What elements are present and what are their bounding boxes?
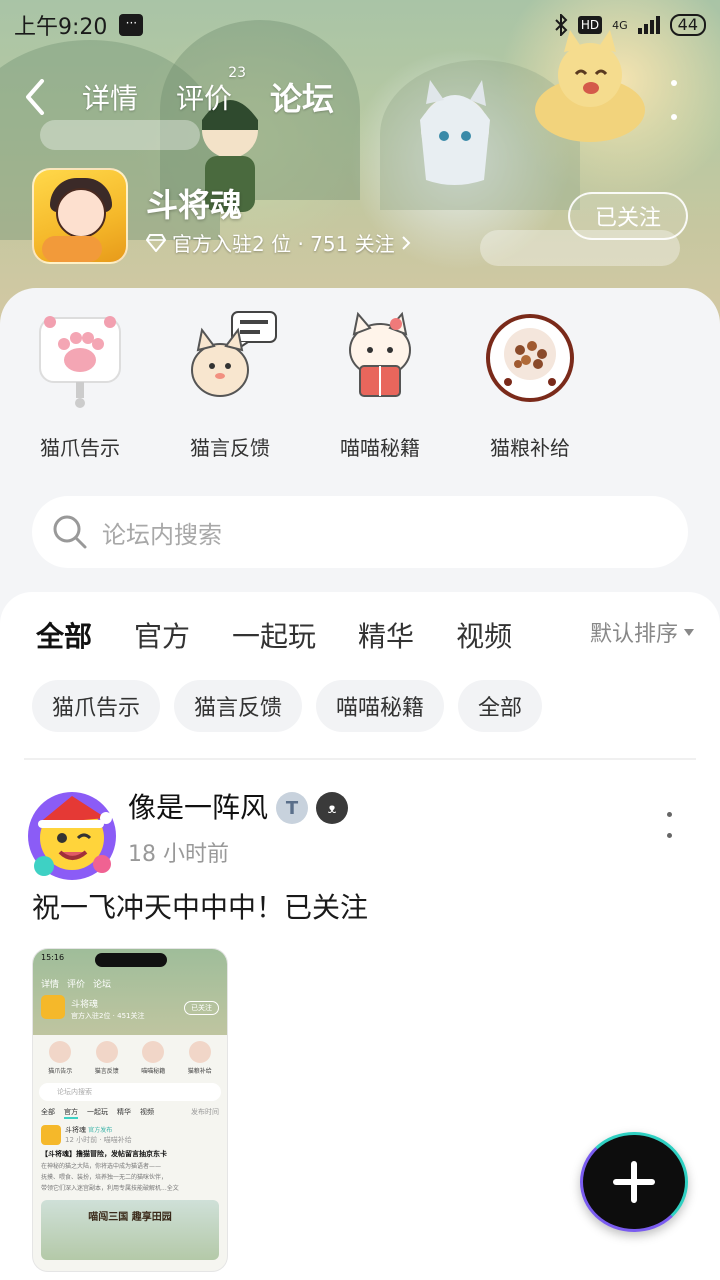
level-badge-icon: T	[276, 792, 308, 824]
post-text: 祝一飞冲天中中中！已关注	[32, 891, 369, 924]
back-button[interactable]	[0, 62, 70, 132]
shortcut-label: 猫言反馈	[190, 436, 270, 460]
tab-reviews[interactable]: 评价 23	[176, 65, 246, 117]
filter-tab-featured[interactable]: 精华	[358, 615, 414, 655]
sort-label: 默认排序	[589, 622, 678, 647]
status-bar: 上午9:20 ··· HD 4G 44	[0, 0, 720, 50]
filter-tab-play-together[interactable]: 一起玩	[232, 615, 316, 655]
create-post-button[interactable]	[580, 1132, 688, 1232]
bluetooth-icon	[555, 14, 568, 36]
thumb-cover: 喵闯三国 趣享田园	[41, 1200, 219, 1260]
hd-badge: HD	[577, 16, 603, 34]
dot	[671, 80, 677, 86]
chip-cat-feedback[interactable]: 猫言反馈	[174, 680, 303, 732]
paw-sign-icon	[39, 316, 121, 408]
forum-card: 猫爪告示 猫言反馈 喵喵秘籍 猫粮补给 论坛内搜索 全部 官方 一起玩 精华 视…	[0, 288, 720, 1280]
message-icon: ···	[119, 14, 144, 36]
diamond-icon	[146, 233, 166, 252]
signal-icon	[637, 16, 660, 34]
shortcut-label: 喵喵秘籍	[340, 436, 420, 460]
thumb-post: 斗将魂 官方发布 12 小时前 · 喵喵补给 【斗将魂】撸猫冒险，发帖留言抽京东…	[41, 1125, 179, 1192]
cat-food-bowl-icon	[486, 314, 574, 402]
thumb-follow: 已关注	[184, 1001, 219, 1015]
tab-details[interactable]: 详情	[82, 77, 138, 117]
filter-tab-official[interactable]: 官方	[134, 615, 190, 655]
avatar[interactable]	[24, 788, 120, 884]
shortcut-cat-guide[interactable]: 喵喵秘籍	[310, 308, 450, 461]
game-icon-art	[42, 236, 102, 262]
game-name: 斗将魂	[146, 186, 243, 224]
caret-down-icon	[684, 628, 694, 636]
search-placeholder: 论坛内搜索	[102, 520, 222, 549]
post-time: 18 小时前	[128, 842, 229, 867]
thumb-notch	[95, 953, 167, 967]
category-chips: 猫爪告示 猫言反馈 喵喵秘籍 全部	[32, 680, 543, 732]
chip-cat-guide[interactable]: 喵喵秘籍	[316, 680, 445, 732]
thumb-filter-tabs: 全部 官方 一起玩 精华 视频 发布时间	[33, 1101, 227, 1119]
thumb-tab: 论坛	[93, 980, 112, 990]
filter-tabs: 全部 官方 一起玩 精华 视频	[36, 612, 554, 658]
chip-all[interactable]: 全部	[458, 680, 543, 732]
more-menu-button[interactable]	[664, 80, 684, 120]
tab-label: 论坛	[270, 80, 335, 118]
divider	[24, 758, 696, 760]
chip-paw-notice[interactable]: 猫爪告示	[32, 680, 161, 732]
shortcut-row: 猫爪告示 猫言反馈 喵喵秘籍 猫粮补给	[0, 308, 720, 461]
post-image-thumbnail[interactable]: 15:16 详情 评价 论坛 斗将魂 官方入驻2位 · 451关注 已关注 猫爪…	[32, 948, 228, 1272]
search-icon	[53, 515, 87, 549]
cat-badge-icon: ᴥ	[316, 792, 348, 824]
filter-tab-video[interactable]: 视频	[456, 615, 512, 655]
dot	[666, 812, 672, 817]
game-icon[interactable]	[32, 168, 128, 264]
thumb-banner: 15:16 详情 评价 论坛 斗将魂 官方入驻2位 · 451关注 已关注	[33, 949, 227, 1035]
chevron-right-icon	[401, 235, 411, 250]
shortcut-label: 猫粮补给	[490, 436, 570, 460]
tab-label: 详情	[82, 82, 139, 115]
shortcut-cat-feedback[interactable]: 猫言反馈	[160, 308, 300, 461]
thumb-game-meta: 官方入驻2位 · 451关注	[71, 1012, 145, 1020]
dot	[671, 114, 677, 120]
plus-icon	[613, 1161, 655, 1203]
filter-tab-all[interactable]: 全部	[36, 615, 92, 657]
tab-forum[interactable]: 论坛	[270, 74, 334, 120]
top-nav: 详情 评价 23 论坛	[0, 62, 720, 132]
follow-button[interactable]: 已关注	[568, 192, 688, 240]
thumb-tab: 详情	[41, 980, 60, 990]
post-more-button[interactable]	[664, 812, 674, 838]
thumb-shortcut: 猫粮补给	[188, 1041, 212, 1075]
thumb-tabs: 详情 评价 论坛	[41, 977, 111, 990]
cat-feedback-icon	[191, 311, 277, 397]
thumb-search: 论坛内搜索	[39, 1083, 221, 1101]
shortcut-label: 猫爪告示	[40, 436, 120, 460]
back-arrow-icon	[26, 79, 44, 115]
thumb-game-name: 斗将魂	[71, 1000, 99, 1010]
dot	[666, 833, 672, 838]
thumb-shortcut: 喵喵秘籍	[141, 1041, 165, 1075]
thumb-shortcuts: 猫爪告示 猫言反馈 喵喵秘籍 猫粮补给	[33, 1035, 227, 1075]
forum-search-input[interactable]: 论坛内搜索	[32, 496, 688, 568]
post-author-name[interactable]: 像是一阵风	[128, 786, 268, 826]
thumb-tab: 评价	[67, 980, 86, 990]
thumb-game-icon	[41, 995, 65, 1019]
cat-book-icon	[349, 311, 411, 397]
game-meta-link[interactable]: 官方入驻2 位 · 751 关注	[146, 228, 411, 257]
status-icons: HD 4G 44	[554, 14, 706, 36]
shortcut-cat-food[interactable]: 猫粮补给	[460, 308, 600, 461]
game-meta-text: 官方入驻2 位 · 751 关注	[172, 232, 395, 256]
tab-label: 评价	[176, 82, 233, 115]
thumb-shortcut: 猫爪告示	[48, 1041, 72, 1075]
sort-dropdown[interactable]: 默认排序	[590, 616, 694, 648]
battery-indicator: 44	[669, 14, 706, 36]
thumb-shortcut: 猫言反馈	[95, 1041, 119, 1075]
shortcut-paw-notice[interactable]: 猫爪告示	[10, 308, 150, 461]
thumb-time: 15:16	[41, 953, 65, 962]
status-time: 上午9:20	[14, 15, 108, 40]
network-label: 4G	[612, 18, 628, 32]
game-icon-art	[56, 188, 106, 238]
review-count-badge: 23	[228, 65, 247, 81]
